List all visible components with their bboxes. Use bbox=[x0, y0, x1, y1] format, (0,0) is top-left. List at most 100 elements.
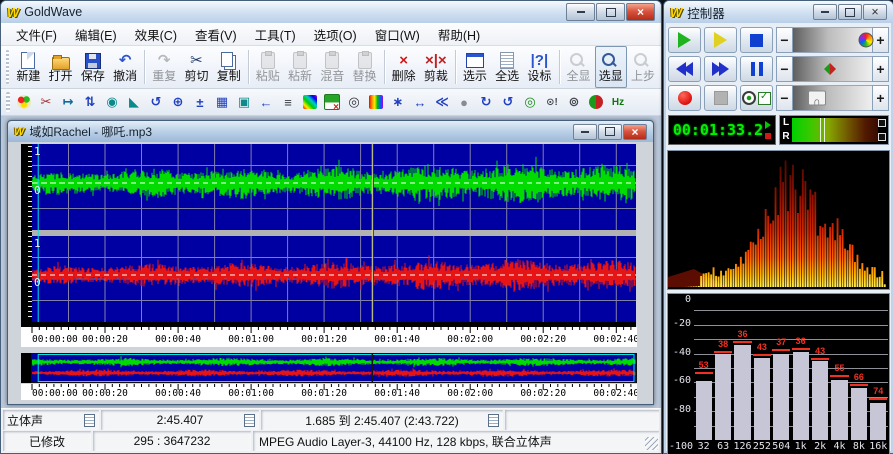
knob-ccw-button[interactable]: ↺ bbox=[497, 91, 519, 113]
record-button[interactable] bbox=[668, 85, 701, 111]
ctl-minimize-button[interactable] bbox=[813, 4, 837, 20]
record-settings-button[interactable] bbox=[740, 85, 773, 111]
document-title-bar[interactable]: 域如Rachel - 哪吒.mp3 bbox=[8, 121, 653, 142]
cut-markers-button[interactable]: ✂ bbox=[35, 91, 57, 113]
copy-button[interactable]: 复制 bbox=[213, 46, 245, 88]
equalizer-button[interactable]: ▦ bbox=[211, 91, 233, 113]
status-menu-icon[interactable] bbox=[244, 414, 255, 427]
offset-button[interactable]: ± bbox=[189, 91, 211, 113]
knob-plain-button[interactable]: ● bbox=[453, 91, 475, 113]
spectrum-analyzer[interactable]: 0-20-40-60-80 53383643373643556674 -1003… bbox=[667, 293, 890, 454]
rewind-button[interactable] bbox=[668, 56, 701, 82]
open-button[interactable]: 打开 bbox=[45, 46, 77, 88]
close-button[interactable] bbox=[626, 3, 655, 21]
play-button[interactable] bbox=[668, 27, 701, 53]
doc-restore-button[interactable] bbox=[598, 124, 622, 140]
knob-cw-button[interactable]: ↻ bbox=[475, 91, 497, 113]
volume-slider-knob[interactable] bbox=[858, 33, 873, 48]
doc-close-button[interactable] bbox=[623, 124, 647, 140]
trim-button[interactable]: ×|×剪裁 bbox=[420, 46, 452, 88]
balance-increase-button[interactable] bbox=[872, 56, 889, 82]
volume-increase-button[interactable] bbox=[872, 27, 889, 53]
record-stop-button[interactable] bbox=[704, 85, 737, 111]
volume-slider[interactable] bbox=[776, 27, 889, 53]
paste-new-button[interactable]: 粘新 bbox=[284, 46, 316, 88]
playback-rate-button[interactable]: Hz bbox=[607, 91, 629, 113]
lens-button[interactable]: ◉ bbox=[101, 91, 123, 113]
set-marker-button[interactable]: |?|设标 bbox=[523, 46, 555, 88]
waveform-display[interactable]: 1 0 1 0 bbox=[32, 144, 636, 322]
undo-button[interactable]: ↶撤消 bbox=[109, 46, 141, 88]
sparkle-button[interactable]: ∗ bbox=[387, 91, 409, 113]
goto-marker-button[interactable]: ↦ bbox=[57, 91, 79, 113]
status-menu-icon[interactable] bbox=[84, 414, 95, 427]
pan-button[interactable] bbox=[585, 91, 607, 113]
ctl-maximize-button[interactable] bbox=[838, 4, 862, 20]
new-button[interactable]: 新建 bbox=[12, 46, 44, 88]
mixer-sliders-button[interactable]: ≡ bbox=[277, 91, 299, 113]
volume-decrease-button[interactable] bbox=[776, 27, 793, 53]
spectrogram-display[interactable] bbox=[667, 150, 890, 290]
balance-slider[interactable] bbox=[776, 56, 889, 82]
zoom-previous-button[interactable]: 上步 bbox=[627, 46, 659, 88]
speed-slider-knob[interactable] bbox=[808, 91, 826, 106]
maximize-button[interactable] bbox=[596, 3, 625, 21]
stop-button[interactable] bbox=[740, 27, 773, 53]
menu-options[interactable]: 选项(O) bbox=[305, 23, 366, 46]
matrix-button[interactable] bbox=[299, 91, 321, 113]
menu-effect[interactable]: 效果(C) bbox=[126, 23, 186, 46]
resize-grip[interactable] bbox=[645, 437, 658, 450]
speed-slider-track[interactable] bbox=[793, 85, 872, 111]
main-title-bar[interactable]: GoldWave bbox=[1, 1, 661, 23]
spectrum-colors-button[interactable] bbox=[365, 91, 387, 113]
minimize-button[interactable] bbox=[566, 3, 595, 21]
mechanize-button[interactable]: ⊕ bbox=[167, 91, 189, 113]
speed-slider[interactable] bbox=[776, 85, 889, 111]
save-button[interactable]: 保存 bbox=[77, 46, 109, 88]
replace-button[interactable]: 替换 bbox=[348, 46, 380, 88]
menu-help[interactable]: 帮助(H) bbox=[429, 23, 489, 46]
overview-display[interactable] bbox=[31, 353, 637, 383]
doppler-button[interactable] bbox=[13, 91, 35, 113]
menu-file[interactable]: 文件(F) bbox=[7, 23, 66, 46]
cut-button[interactable]: ✂剪切 bbox=[180, 46, 212, 88]
status-menu-icon[interactable] bbox=[488, 414, 499, 427]
balance-slider-knob[interactable] bbox=[824, 63, 836, 75]
doc-minimize-button[interactable] bbox=[573, 124, 597, 140]
stretch-button[interactable]: ↔ bbox=[409, 91, 431, 113]
speed-decrease-button[interactable] bbox=[776, 85, 793, 111]
ramp-button[interactable]: ◣ bbox=[123, 91, 145, 113]
balance-slider-track[interactable] bbox=[793, 56, 872, 82]
menu-window[interactable]: 窗口(W) bbox=[366, 23, 429, 46]
speed-increase-button[interactable] bbox=[872, 85, 889, 111]
back-button[interactable]: ← bbox=[255, 91, 277, 113]
menu-tool[interactable]: 工具(T) bbox=[246, 23, 305, 46]
menu-edit[interactable]: 编辑(E) bbox=[66, 23, 126, 46]
fit-window-button[interactable]: ▣ bbox=[233, 91, 255, 113]
show-all-button[interactable]: 全显 bbox=[562, 46, 594, 88]
meter-option-button[interactable] bbox=[878, 133, 886, 141]
show-selection-button[interactable]: 选示 bbox=[459, 46, 491, 88]
volume-slider-track[interactable] bbox=[793, 27, 872, 53]
reverse-button[interactable]: ↺ bbox=[145, 91, 167, 113]
balance-decrease-button[interactable] bbox=[776, 56, 793, 82]
select-all-button[interactable]: 全选 bbox=[491, 46, 523, 88]
meter-option-button[interactable] bbox=[878, 119, 886, 127]
smooth-button[interactable]: ≪ bbox=[431, 91, 453, 113]
ctl-close-button[interactable]: × bbox=[863, 4, 887, 20]
fast-forward-button[interactable] bbox=[704, 56, 737, 82]
compress-button[interactable]: ⇅ bbox=[79, 91, 101, 113]
zoom-selection-button[interactable]: 选显 bbox=[595, 46, 627, 88]
knob-match-button[interactable]: ◎ bbox=[519, 91, 541, 113]
knob-double-button[interactable]: ⊚ bbox=[563, 91, 585, 113]
matrix-check-button[interactable] bbox=[321, 91, 343, 113]
pause-button[interactable] bbox=[740, 56, 773, 82]
knob-max-button[interactable]: ⊙! bbox=[541, 91, 563, 113]
delete-button[interactable]: ×删除 bbox=[387, 46, 419, 88]
paste-button[interactable]: 粘贴 bbox=[252, 46, 284, 88]
eye-button[interactable]: ◎ bbox=[343, 91, 365, 113]
play-selection-button[interactable] bbox=[704, 27, 737, 53]
redo-button[interactable]: ↷重复 bbox=[148, 46, 180, 88]
menu-view[interactable]: 查看(V) bbox=[186, 23, 246, 46]
mix-button[interactable]: 混音 bbox=[316, 46, 348, 88]
